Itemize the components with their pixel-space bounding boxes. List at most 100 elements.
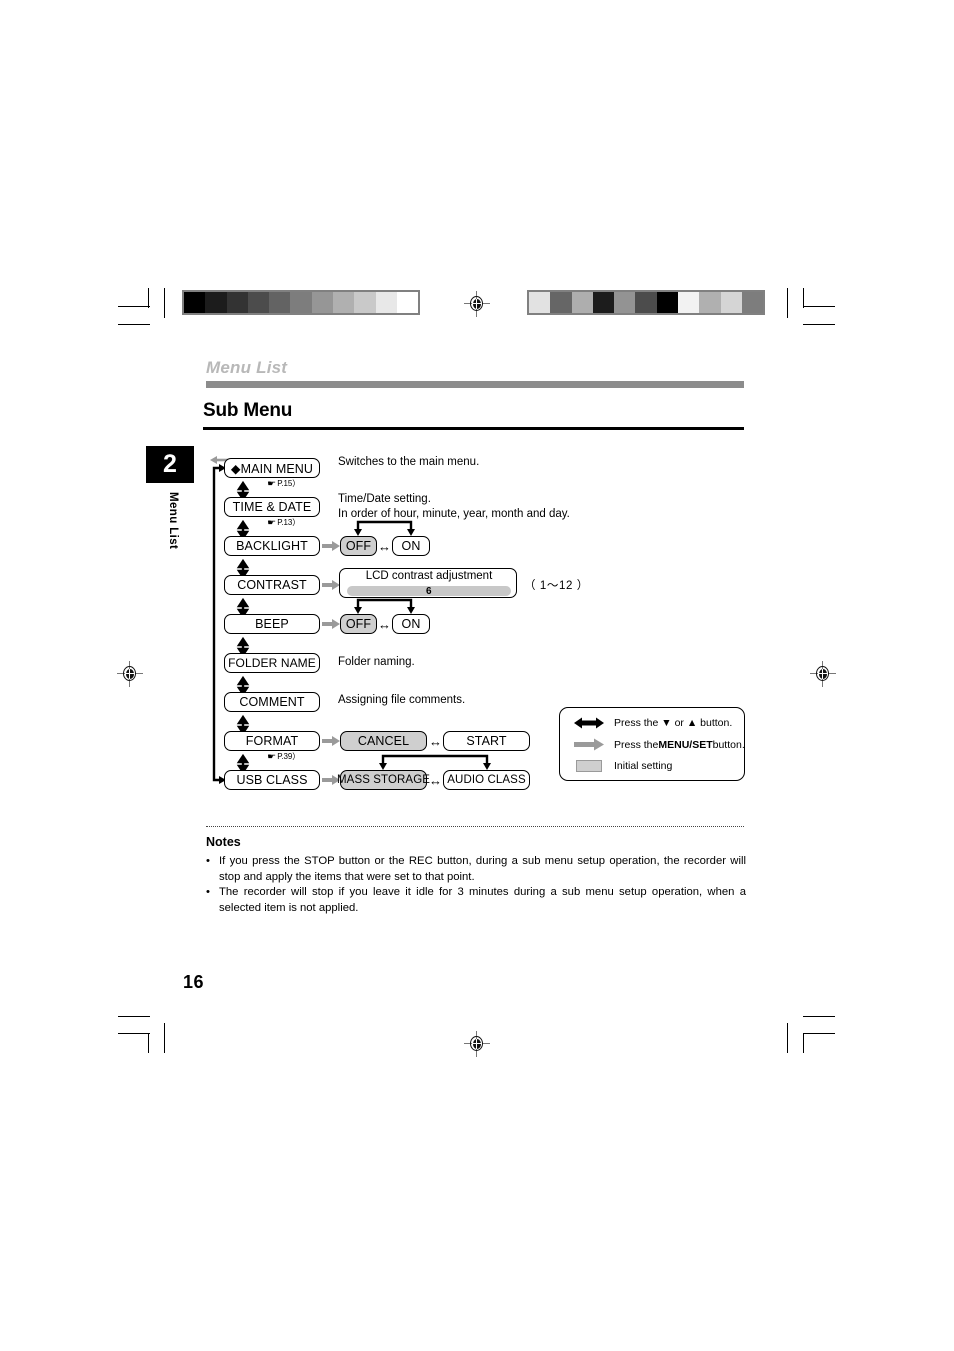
crop-mark-bottom-right-h [803,1016,835,1018]
gray-patch-4 [614,292,636,313]
registration-target-bottom [464,1031,490,1057]
legend-text-initial: Initial setting [614,760,673,772]
crop-mark-top-right-h [803,306,835,308]
gray-patch-7 [333,292,355,313]
option-usb-audio-class[interactable]: AUDIO CLASS [443,770,530,790]
registration-target-right [810,661,836,687]
registration-target-left [117,661,143,687]
gray-patch-0 [184,292,206,313]
page-number: 16 [183,972,205,992]
menu-node-main-menu[interactable]: ◆MAIN MENU [224,458,320,478]
option-usb-mass-storage[interactable]: MASS STORAGE [337,770,430,790]
gray-patch-6 [311,292,334,313]
gray-patch-10 [741,292,764,313]
crop-mark-top-right-h2 [803,324,835,326]
legend-text-updown: Press the ▼ or ▲ button. [614,717,733,729]
crop-mark-bottom-left-h2 [118,1033,150,1035]
pageref-main-menu: ☛ P.15） [267,479,301,488]
contrast-title: LCD contrast adjustment [365,570,493,582]
menu-node-comment[interactable]: COMMENT [224,692,320,712]
toggle-arrow-beep: ↔ [378,617,391,632]
note-item-1: If you press the STOP button or the REC … [206,854,746,885]
crop-mark-top-left-h2 [118,324,150,326]
legend-row-initial: Initial setting [572,760,672,772]
menu-node-format[interactable]: FORMAT [224,731,320,751]
crop-mark-bottom-right-v2 [787,1023,789,1053]
option-format-cancel[interactable]: CANCEL [340,731,427,751]
gray-patch-2 [571,292,593,313]
chapter-label: Menu List [206,358,288,377]
crop-mark-bottom-right-v [803,1033,805,1053]
crop-mark-top-right-v2 [787,288,789,318]
gray-patch-8 [699,292,721,313]
crop-mark-bottom-left-v [148,1033,150,1053]
crop-mark-bottom-left-v2 [164,1023,166,1053]
menu-node-beep[interactable]: BEEP [224,614,320,634]
gray-patch-8 [354,292,376,313]
menu-node-usb-class[interactable]: USB CLASS [224,770,320,790]
option-beep-off[interactable]: OFF [340,614,377,634]
header-gray-rule [206,381,744,388]
gray-patch-3 [592,292,615,313]
pageref-format: ☛ P.39） [267,752,301,761]
menu-node-folder-name[interactable]: FOLDER NAME [224,653,320,673]
description-comment: Assigning file comments. [338,694,466,706]
page-title-rule [203,427,744,430]
gray-patch-7 [678,292,700,313]
gray-patch-9 [375,292,397,313]
description-main-menu: Switches to the main menu. [338,456,480,468]
toggle-arrow-backlight: ↔ [378,539,391,554]
gray-patch-10 [396,292,419,313]
grayscale-strip-right [527,290,766,315]
toggle-arrow-usb: ↔ [429,773,442,788]
legend-row-menuset: Press the MENU/SET button. [572,738,745,751]
menu-node-backlight[interactable]: BACKLIGHT [224,536,320,556]
gray-patch-9 [720,292,742,313]
pageref-time-date: ☛ P.13） [267,518,301,527]
description-folder-name: Folder naming. [338,656,415,668]
gray-patch-5 [635,292,657,313]
page-title: Sub Menu [203,400,293,421]
legend-text-menuset-bold: MENU/SET [658,738,713,751]
hand-pointer-icon: ☛ [267,518,276,527]
legend-text-menuset-pre: Press the [614,738,659,751]
legend-text-menuset-post: button. [712,738,745,751]
gray-patch-5 [290,292,312,313]
gray-patch-3 [247,292,270,313]
grayscale-strip-left [182,290,421,315]
note-item-2: The recorder will stop if you leave it i… [206,885,746,916]
gray-patch-2 [226,292,248,313]
notes-divider [206,826,744,827]
hand-pointer-icon: ☛ [267,479,276,488]
option-beep-on[interactable]: ON [392,614,430,634]
crop-mark-top-left-h [118,306,150,308]
contrast-slider[interactable]: 6 [347,586,511,597]
gray-arrow-icon [572,738,606,751]
double-arrow-icon [572,716,606,730]
crop-mark-bottom-right-h2 [803,1033,835,1035]
contrast-range-label: （ 1～12 ） [524,580,589,592]
legend-row-updown: Press the ▼ or ▲ button. [572,716,732,730]
crop-mark-bottom-left-h [118,1016,150,1018]
hand-pointer-icon: ☛ [267,752,276,761]
gray-patch-1 [550,292,572,313]
chapter-tab-number: 2 [146,446,194,483]
legend-box: Press the ▼ or ▲ button. Press the MENU/… [559,707,745,781]
gray-patch-4 [269,292,291,313]
crop-mark-top-left-v2 [164,288,166,318]
description-time-date: Time/Date setting. In order of hour, min… [338,493,570,520]
gray-patch-0 [529,292,551,313]
option-format-start[interactable]: START [443,731,530,751]
gray-patch-1 [205,292,227,313]
gray-patch-6 [656,292,679,313]
shaded-swatch-icon [572,760,606,772]
option-backlight-on[interactable]: ON [392,536,430,556]
contrast-adjustment-box[interactable]: LCD contrast adjustment 6 [339,568,517,598]
notes-title: Notes [206,835,241,849]
chapter-tab-label: Menu List [167,492,179,550]
menu-node-contrast[interactable]: CONTRAST [224,575,320,595]
option-backlight-off[interactable]: OFF [340,536,377,556]
registration-target-top [464,291,490,317]
toggle-arrow-format: ↔ [429,734,442,749]
menu-node-time-date[interactable]: TIME & DATE [224,497,320,517]
